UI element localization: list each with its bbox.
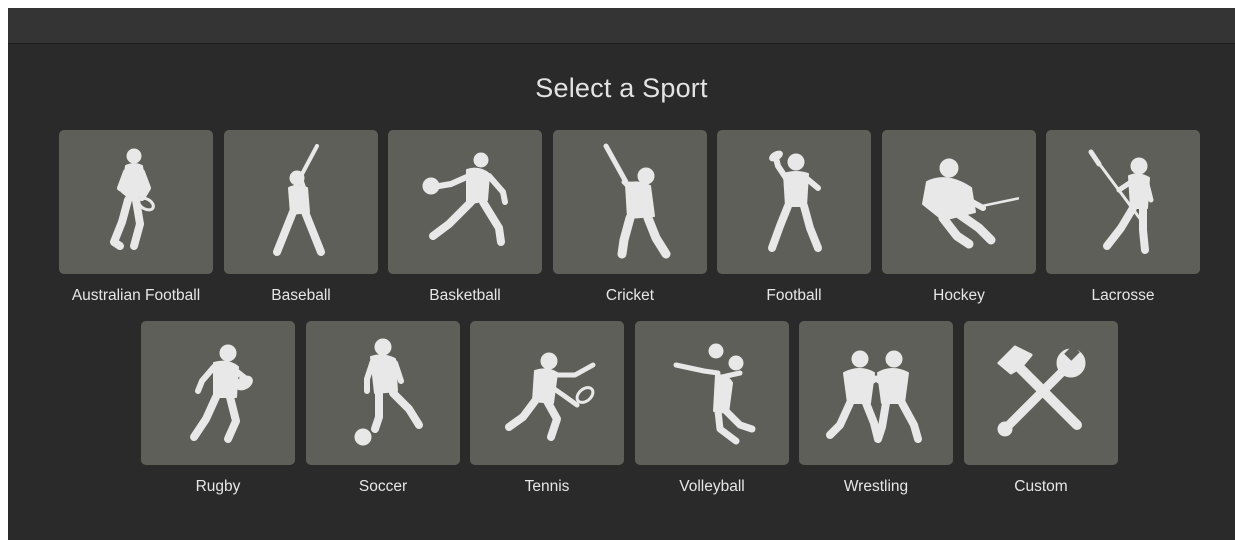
football-player-icon	[768, 150, 822, 252]
cricket-player-icon	[603, 143, 671, 259]
basketball-player-icon	[422, 152, 508, 246]
sport-tile-custom[interactable]: Custom	[964, 321, 1118, 511]
page-title: Select a Sport	[535, 73, 708, 103]
baseball-player-icon	[273, 144, 325, 256]
sport-tile-cricket[interactable]: Cricket	[553, 130, 707, 320]
sport-label: Basketball	[429, 287, 501, 304]
rugby-player-icon	[190, 344, 253, 443]
tennis-player-icon	[505, 352, 596, 441]
sport-tile-lacrosse[interactable]: Lacrosse	[1046, 130, 1200, 320]
sport-card[interactable]	[635, 321, 789, 465]
sport-label: Baseball	[271, 287, 331, 304]
sport-tile-basketball[interactable]: Basketball	[388, 130, 542, 320]
sport-card[interactable]	[553, 130, 707, 274]
soccer-player-icon	[354, 338, 423, 446]
sport-label: Football	[766, 287, 822, 304]
sport-card[interactable]	[470, 321, 624, 465]
window-titlebar[interactable]	[8, 8, 1235, 44]
sport-card[interactable]	[141, 321, 295, 465]
sport-tile-hockey[interactable]: Hockey	[882, 130, 1036, 320]
volleyball-player-icon	[673, 343, 756, 445]
sport-tile-volleyball[interactable]: Volleyball	[635, 321, 789, 511]
sport-label: Tennis	[524, 478, 570, 495]
sport-label: Lacrosse	[1091, 287, 1155, 304]
sport-tile-baseball[interactable]: Baseball	[224, 130, 378, 320]
sport-card[interactable]	[799, 321, 953, 465]
wrestlers-icon	[826, 350, 922, 443]
sport-row-2: Rugby Soccer Tennis Volleyball Wrestling…	[8, 321, 1235, 511]
lacrosse-player-icon	[1088, 149, 1154, 254]
australian-football-player-icon	[110, 148, 155, 250]
sport-card[interactable]	[964, 321, 1118, 465]
sport-label: Australian Football	[71, 287, 201, 304]
sport-label: Soccer	[358, 478, 408, 495]
sport-tile-australian-football[interactable]: Australian Football	[59, 130, 213, 320]
sport-row-1: Australian Football Baseball Basketball …	[8, 130, 1235, 320]
sport-card[interactable]	[59, 130, 213, 274]
sport-tile-football[interactable]: Football	[717, 130, 871, 320]
sport-tile-soccer[interactable]: Soccer	[306, 321, 460, 511]
sport-card[interactable]	[1046, 130, 1200, 274]
sport-tile-rugby[interactable]: Rugby	[141, 321, 295, 511]
sport-selector-window: Select a Sport Australian Football Baseb…	[8, 8, 1235, 540]
sport-label: Custom	[1014, 478, 1068, 495]
sport-tile-tennis[interactable]: Tennis	[470, 321, 624, 511]
sport-label: Rugby	[195, 478, 241, 495]
sport-label: Volleyball	[679, 478, 745, 495]
sport-card[interactable]	[224, 130, 378, 274]
hammer-wrench-icon	[997, 345, 1086, 437]
sport-label: Hockey	[933, 287, 985, 304]
sport-card[interactable]	[717, 130, 871, 274]
sport-tile-wrestling[interactable]: Wrestling	[799, 321, 953, 511]
sport-card[interactable]	[306, 321, 460, 465]
hockey-player-icon	[922, 158, 1019, 249]
sport-label: Cricket	[605, 287, 655, 304]
sport-card[interactable]	[388, 130, 542, 274]
sport-card[interactable]	[882, 130, 1036, 274]
sport-label: Wrestling	[843, 478, 909, 495]
